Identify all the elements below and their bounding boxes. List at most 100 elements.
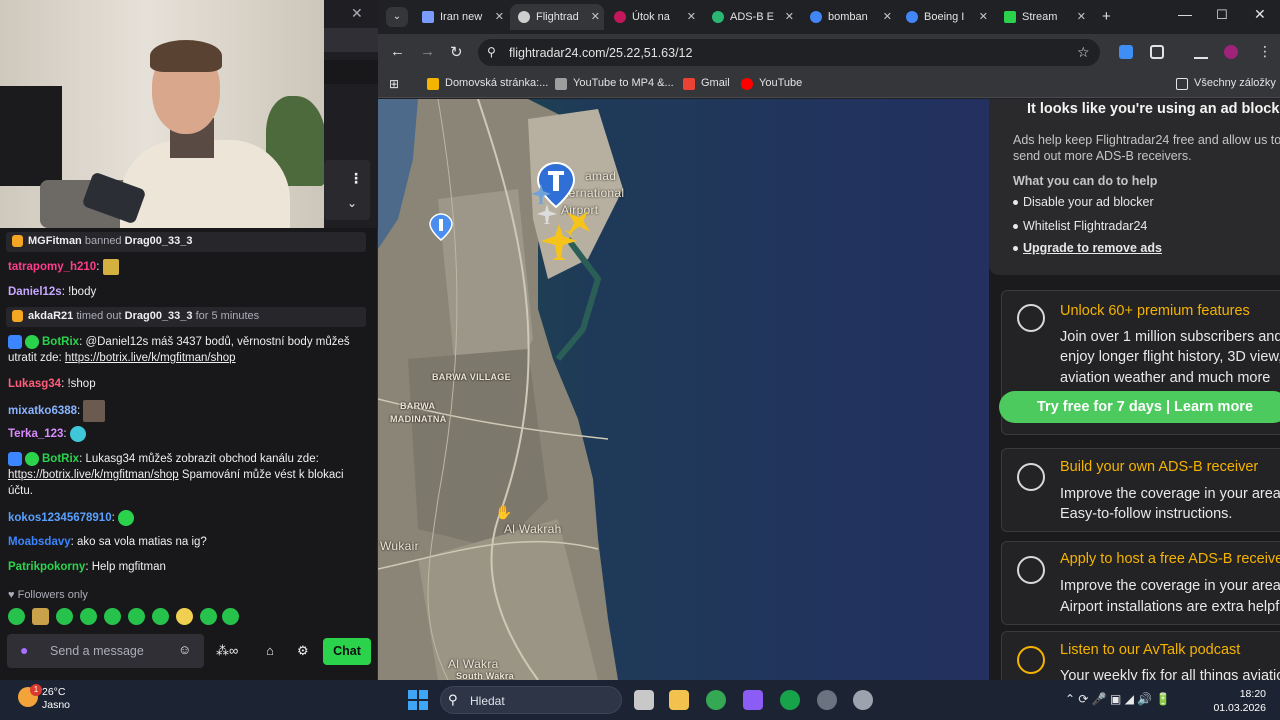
window-close-icon[interactable]: ✕ xyxy=(1254,6,1266,23)
emote-icon[interactable] xyxy=(222,608,239,625)
site-info-icon[interactable]: ⚲ xyxy=(487,45,496,59)
chat-link[interactable]: https://botrix.live/k/mgfitman/shop xyxy=(65,352,236,364)
file-explorer-icon[interactable] xyxy=(669,690,689,710)
chat-link[interactable]: https://botrix.live/k/mgfitman/shop xyxy=(8,469,179,481)
extensions-puzzle-icon[interactable] xyxy=(1150,45,1164,59)
tab-adsb[interactable]: ADS-B E ✕ xyxy=(704,4,798,30)
emote-icon[interactable] xyxy=(152,608,169,625)
browser-menu-icon[interactable]: ⋮ xyxy=(1258,43,1272,60)
upgrade-link[interactable]: Upgrade to remove ads xyxy=(1013,241,1162,255)
emote-icon[interactable] xyxy=(176,608,193,625)
close-icon[interactable]: ✕ xyxy=(351,5,363,22)
chat-username[interactable]: BotRix xyxy=(42,336,79,348)
channel-points-button[interactable]: ⁂∞ xyxy=(216,643,238,659)
emoji-icon[interactable]: ☺ xyxy=(178,642,191,657)
gear-icon[interactable]: ⚙ xyxy=(297,643,309,659)
chevron-down-icon[interactable]: ⌄ xyxy=(347,196,357,210)
more-options-icon[interactable]: ⋮ xyxy=(349,170,363,187)
task-view-icon[interactable] xyxy=(634,690,654,710)
download-icon[interactable] xyxy=(1194,45,1208,59)
bookmark-item[interactable]: YouTube to MP4 &... xyxy=(555,77,674,90)
settings-icon[interactable] xyxy=(853,690,873,710)
forward-arrow-icon[interactable]: → xyxy=(420,43,435,60)
close-icon[interactable]: ✕ xyxy=(979,4,988,30)
tab-flightradar[interactable]: Flightrad ✕ xyxy=(510,4,604,30)
extension-icon[interactable] xyxy=(1119,45,1133,59)
chat-username[interactable]: Daniel12s xyxy=(8,286,62,298)
bookmark-item[interactable]: YouTube xyxy=(741,77,802,90)
tab-stream[interactable]: Stream ✕ xyxy=(996,4,1090,30)
xbox-icon[interactable] xyxy=(780,690,800,710)
chat-username[interactable]: Lukasg34 xyxy=(8,378,61,390)
chat-username[interactable]: BotRix xyxy=(42,453,79,465)
chat-message: Terka_123: xyxy=(8,426,360,442)
emote-icon[interactable] xyxy=(128,608,145,625)
close-icon[interactable]: ✕ xyxy=(883,4,892,30)
tab-bomban[interactable]: bomban ✕ xyxy=(802,4,896,30)
taskbar-clock[interactable]: 18:20 01.03.2026 xyxy=(1210,687,1266,715)
chat-input-placeholder[interactable]: Send a message xyxy=(50,644,144,658)
emote-icon[interactable] xyxy=(200,608,217,625)
try-free-button[interactable]: Try free for 7 days | Learn more xyxy=(999,391,1280,423)
chat-target[interactable]: Drag00_33_3 xyxy=(125,235,193,247)
close-icon[interactable]: ✕ xyxy=(591,4,600,30)
chat-username[interactable]: kokos12345678910 xyxy=(8,512,112,524)
chat-username[interactable]: Terka_123 xyxy=(8,428,63,440)
emote-icon[interactable] xyxy=(104,608,121,625)
emote-icon[interactable] xyxy=(56,608,73,625)
profile-avatar[interactable] xyxy=(1224,45,1238,59)
build-receiver-card[interactable]: Build your own ADS-B receiver Improve th… xyxy=(1001,448,1280,532)
tab-iran-news[interactable]: Iran new ✕ xyxy=(414,4,508,30)
host-receiver-card[interactable]: Apply to host a free ADS-B receiver Impr… xyxy=(1001,541,1280,625)
chat-username[interactable]: tatrapomy_h210 xyxy=(8,261,96,273)
close-icon[interactable]: ✕ xyxy=(495,4,504,30)
taskbar-search-placeholder[interactable]: Hledat xyxy=(470,694,505,708)
apps-grid-icon[interactable]: ⊞ xyxy=(389,77,399,91)
chat-username[interactable]: akdaR21 xyxy=(28,310,73,322)
store-icon[interactable]: ⌂ xyxy=(266,643,274,658)
microphone-icon[interactable]: ● xyxy=(20,642,28,658)
windows-start-icon[interactable] xyxy=(408,690,428,710)
aircraft-icon[interactable] xyxy=(530,183,552,205)
new-tab-button[interactable]: + xyxy=(1102,8,1111,25)
aircraft-icon[interactable] xyxy=(536,203,558,225)
minimize-icon[interactable]: — xyxy=(1178,6,1192,22)
chat-message: BotRix: @Daniel12s máš 3437 bodů, věrnos… xyxy=(8,334,350,364)
bookmark-star-icon[interactable]: ☆ xyxy=(1077,44,1090,61)
chat-username[interactable]: Moabsdavy xyxy=(8,536,71,548)
airport-marker-icon[interactable] xyxy=(429,213,453,241)
app-icon[interactable] xyxy=(817,690,837,710)
tab-boeing[interactable]: Boeing I ✕ xyxy=(898,4,992,30)
maximize-icon[interactable]: ☐ xyxy=(1216,7,1228,23)
close-icon[interactable]: ✕ xyxy=(687,4,696,30)
tab-utok[interactable]: Útok na ✕ xyxy=(606,4,700,30)
all-bookmarks-folder[interactable]: Všechny záložky xyxy=(1176,77,1276,90)
taskbar-search[interactable] xyxy=(440,686,622,714)
weather-widget[interactable]: 26°C Jasno xyxy=(42,686,70,712)
close-icon[interactable]: ✕ xyxy=(785,4,794,30)
chat-username[interactable]: Patrikpokorny xyxy=(8,561,85,573)
system-tray[interactable]: ⌃ ⟳ 🎤 ▣ ◢ 🔊 🔋 xyxy=(1065,692,1171,706)
close-icon[interactable]: ✕ xyxy=(1077,4,1086,30)
chat-target[interactable]: Drag00_33_3 xyxy=(125,310,193,322)
back-arrow-icon[interactable]: ← xyxy=(390,43,405,60)
bookmark-item[interactable]: Gmail xyxy=(683,77,730,90)
adblock-text: Ads help keep Flightradar24 free and all… xyxy=(1013,133,1280,163)
emote-icon[interactable] xyxy=(8,608,25,625)
flight-map[interactable]: amad ternational Airport BARWA VILLAGE B… xyxy=(378,99,989,680)
address-bar-url[interactable]: flightradar24.com/25.22,51.63/12 xyxy=(509,46,692,60)
tab-search-button[interactable]: ⌄ xyxy=(386,7,408,27)
chat-action: timed out xyxy=(76,310,122,322)
chat-send-button[interactable]: Chat xyxy=(323,638,371,665)
emote-icon[interactable] xyxy=(32,608,49,625)
side-panel-row xyxy=(324,28,378,52)
chat-username[interactable]: mixatko6388 xyxy=(8,405,77,417)
emote-icon[interactable] xyxy=(80,608,97,625)
chat-username[interactable]: MGFitman xyxy=(28,235,82,247)
app-icon[interactable] xyxy=(743,690,763,710)
bookmark-item[interactable]: Domovská stránka:... xyxy=(427,77,548,90)
reload-icon[interactable]: ↻ xyxy=(450,43,463,61)
aircraft-icon[interactable] xyxy=(540,223,578,263)
podcast-card[interactable]: Listen to our AvTalk podcast Your weekly… xyxy=(1001,631,1280,680)
chrome-icon[interactable] xyxy=(706,690,726,710)
